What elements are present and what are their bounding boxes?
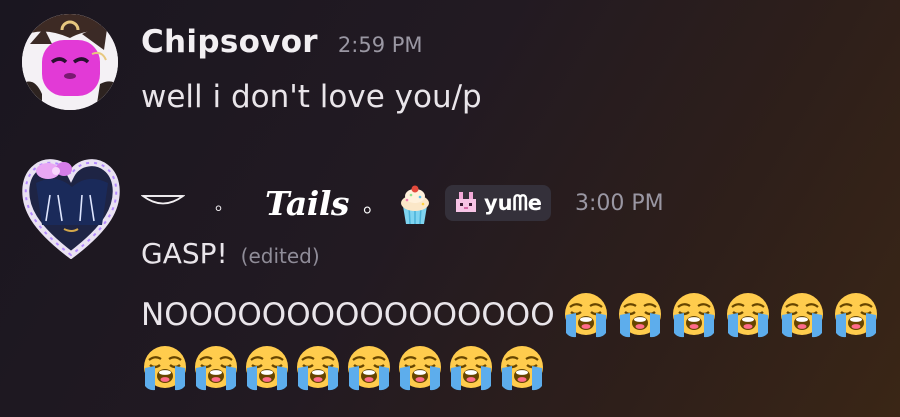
clan-tag[interactable]: yuᗰe xyxy=(444,185,551,221)
loudly-crying-face-icon[interactable] xyxy=(294,344,342,392)
nickname-dot[interactable]: 。 xyxy=(215,190,233,216)
loudly-crying-face-icon[interactable] xyxy=(447,344,495,392)
cupcake-icon xyxy=(397,184,433,226)
message-content-line: NOOOOOOOOOOOOOOOO xyxy=(141,291,883,339)
user-avatar[interactable] xyxy=(22,155,120,260)
loudly-crying-face-icon[interactable] xyxy=(396,344,444,392)
nickname-decoration-icon xyxy=(140,193,186,209)
loudly-crying-face-icon[interactable] xyxy=(724,291,772,339)
message-tails: 。 Tails 。 yuᗰe 3:00 PM GASP! (edited) NO… xyxy=(0,155,900,417)
username[interactable]: Chipsovor xyxy=(141,24,318,60)
clan-tag-text: yuᗰe xyxy=(483,190,542,215)
message-content: well i don't love you/p xyxy=(141,79,482,115)
message-header: Chipsovor 2:59 PM xyxy=(141,24,423,60)
loudly-crying-face-icon[interactable] xyxy=(832,291,880,339)
loudly-crying-face-icon[interactable] xyxy=(498,344,546,392)
message-text: NOOOOOOOOOOOOOOOO xyxy=(141,297,555,333)
emoji-row xyxy=(141,344,549,392)
message-header: 。 Tails 。 yuᗰe 3:00 PM xyxy=(140,182,664,226)
loudly-crying-face-icon[interactable] xyxy=(243,344,291,392)
loudly-crying-face-icon[interactable] xyxy=(616,291,664,339)
user-avatar[interactable] xyxy=(22,14,118,110)
timestamp[interactable]: 3:00 PM xyxy=(575,191,664,216)
loudly-crying-face-icon[interactable] xyxy=(345,344,393,392)
loudly-crying-face-icon[interactable] xyxy=(778,291,826,339)
avatar-chipsovor-image xyxy=(22,14,118,110)
loudly-crying-face-icon[interactable] xyxy=(192,344,240,392)
loudly-crying-face-icon[interactable] xyxy=(141,344,189,392)
nickname-dot[interactable]: 。 xyxy=(363,187,385,219)
avatar-heart-frame-image xyxy=(22,159,120,260)
loudly-crying-face-icon[interactable] xyxy=(562,291,610,339)
timestamp[interactable]: 2:59 PM xyxy=(338,33,423,57)
message-chipsovor: Chipsovor 2:59 PM well i don't love you/… xyxy=(0,14,900,124)
username[interactable]: Tails xyxy=(265,184,349,223)
loudly-crying-face-icon[interactable] xyxy=(670,291,718,339)
edited-label[interactable]: (edited) xyxy=(241,244,320,268)
message-text: GASP! xyxy=(141,237,228,270)
message-content-line: GASP! (edited) xyxy=(141,237,320,270)
bunny-icon xyxy=(453,192,479,214)
